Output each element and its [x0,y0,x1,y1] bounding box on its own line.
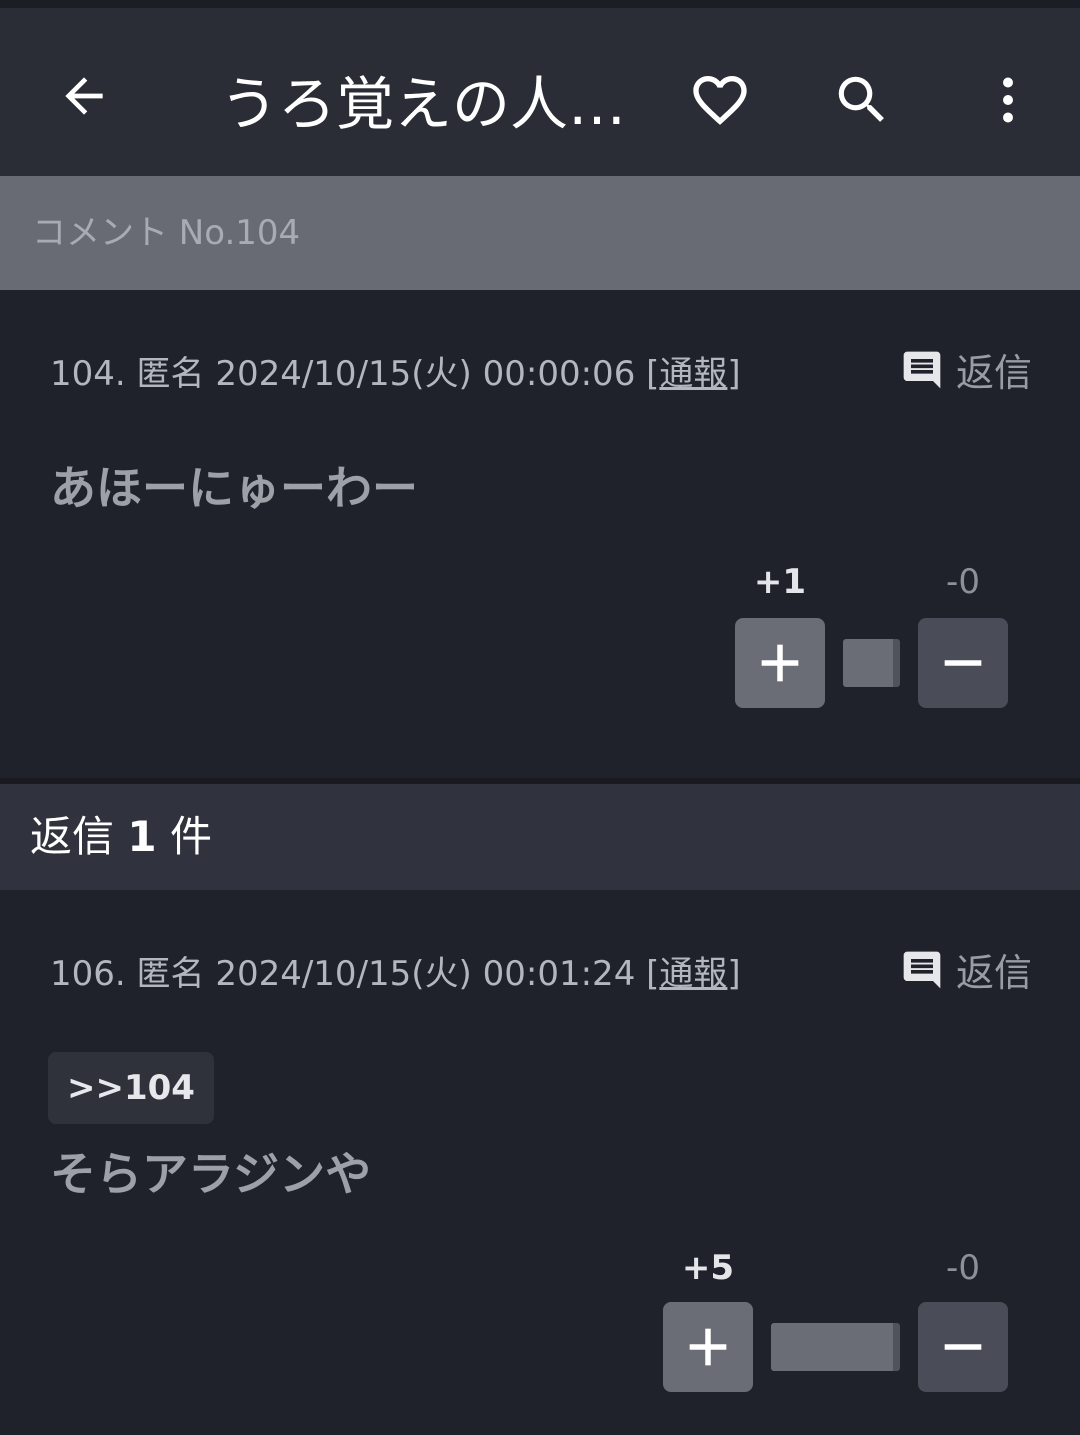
comment-meta-bracket: ] [727,354,741,394]
plus-icon [761,644,799,682]
reply-label: 返信 [955,951,1032,995]
comment-meta: 104. 匿名 2024/10/15(火) 00:00:06 [通報] [50,346,741,395]
replies-header: 返信 1 件 [0,784,1080,890]
comment-icon [903,951,941,988]
back-button[interactable] [48,60,120,132]
report-link[interactable]: 通報 [659,354,727,394]
report-link[interactable]: 通報 [659,954,727,994]
minus-vote-button[interactable] [918,618,1008,708]
reply-button[interactable]: 返信 [900,942,1032,997]
minus-icon [944,660,982,666]
comment-body: あほーにゅーわー [50,461,418,515]
comment-meta-text: 104. 匿名 2024/10/15(火) 00:00:06 [ [50,354,660,394]
back-arrow-icon [65,77,103,115]
search-button[interactable] [826,64,898,136]
comment-card: 104. 匿名 2024/10/15(火) 00:00:06 [通報] 返信 あ… [0,290,1080,778]
reply-button[interactable]: 返信 [900,342,1032,397]
minus-vote-button[interactable] [918,1302,1008,1392]
vote-ratio-bar [843,639,900,687]
plus-vote-button[interactable] [735,618,825,708]
vote-ratio-bar [771,1323,900,1371]
favorite-button[interactable] [684,64,756,136]
minus-vote-count: -0 [946,562,980,602]
comment-icon [903,351,941,388]
minus-icon [944,1344,982,1350]
plus-icon [689,1328,727,1366]
replies-label: 返信 [30,812,115,861]
plus-vote-count: +1 [753,562,807,602]
reply-label: 返信 [955,351,1032,395]
page: うろ覚えの人… コメント No.104 104. 匿名 2024/10/15(火… [0,0,1080,1435]
app-bar: うろ覚えの人… [0,0,1080,176]
comment-number-header: コメント No.104 [0,176,1080,290]
plus-vote-count: +5 [681,1248,735,1288]
anchor-link[interactable]: >>104 [48,1052,214,1124]
more-options-button[interactable] [972,64,1044,136]
comment-meta-bracket: ] [727,954,741,994]
more-vert-icon [1003,77,1013,123]
plus-vote-button[interactable] [663,1302,753,1392]
comment-meta: 106. 匿名 2024/10/15(火) 00:01:24 [通報] [50,946,741,995]
reply-comment-card: 106. 匿名 2024/10/15(火) 00:01:24 [通報] 返信 >… [0,890,1080,1435]
heart-icon [693,76,747,125]
comment-meta-text: 106. 匿名 2024/10/15(火) 00:01:24 [ [50,954,660,994]
page-title: うろ覚えの人… [220,70,627,138]
comment-body: そらアラジンや [50,1147,372,1201]
replies-unit: 件 [169,812,212,861]
minus-vote-count: -0 [946,1248,980,1288]
replies-count: 1 [127,812,157,861]
search-icon [838,76,884,122]
